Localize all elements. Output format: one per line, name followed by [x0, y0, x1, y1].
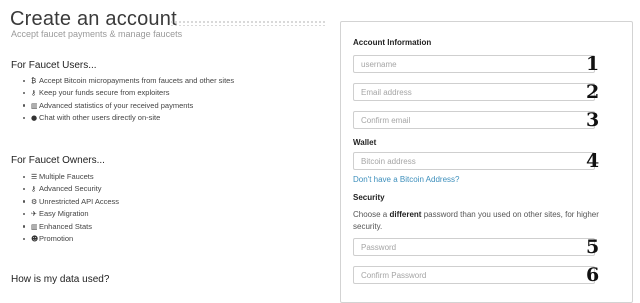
step-6-marker: 6 — [586, 264, 600, 286]
feature-label: Chat with other users directly on-site — [39, 113, 161, 123]
wallet-heading: Wallet — [353, 138, 377, 147]
feature-label: Advanced statistics of your received pay… — [39, 100, 194, 110]
feature-label: Easy Migration — [39, 209, 89, 219]
account-info-heading: Account Information — [353, 38, 432, 47]
password-field[interactable] — [353, 238, 595, 256]
bar-chart-icon: ▥ — [31, 222, 38, 231]
help-text-emphasis: different — [389, 210, 422, 219]
users-icon: ☻ — [31, 235, 39, 244]
step-1-marker: 1 — [586, 53, 600, 75]
help-text-start: Choose a — [353, 210, 390, 219]
confirm-password-field[interactable] — [353, 266, 595, 284]
owners-feature-list: ☰ Multiple Faucets ⚷ Advanced Security ⚙ Unre… — [23, 171, 119, 245]
feature-item: ✈ Easy Migration — [23, 208, 119, 220]
users-section-heading: For Faucet Users... — [11, 60, 97, 71]
no-bitcoin-address-link[interactable]: Don't have a Bitcoin Address? — [353, 175, 459, 184]
feature-item: ▥Enhanced Stats — [23, 221, 119, 233]
gears-icon: ⚙ — [31, 197, 38, 206]
feature-item: ⚙ Unrestricted API Access — [23, 196, 119, 208]
step-2-marker: 2 — [586, 81, 600, 103]
owners-section-heading: For Faucet Owners... — [11, 155, 105, 166]
security-heading: Security — [353, 193, 385, 202]
plane-icon: ✈ — [31, 210, 37, 219]
email-field[interactable] — [353, 83, 595, 101]
confirm-email-field[interactable] — [353, 111, 595, 129]
step-3-marker: 3 — [586, 109, 600, 131]
feature-item: ⚷ Keep your funds secure from exploiters — [23, 87, 234, 99]
feature-item: ☰ Multiple Faucets — [23, 171, 119, 183]
step-5-marker: 5 — [586, 236, 600, 258]
data-usage-heading: How is my data used? — [11, 274, 110, 285]
feature-label: Multiple Faucets — [39, 172, 94, 181]
feature-item: ₿ Accept Bitcoin micropayments from fauce… — [23, 75, 234, 87]
feature-label: Promotion — [39, 234, 74, 244]
feature-label: Unrestricted API Access — [39, 196, 120, 206]
feature-item: ● Chat with other users directly on-site — [23, 112, 234, 124]
title-divider — [170, 20, 325, 26]
feature-item: ▥Advanced statistics of your received pa… — [23, 100, 234, 112]
users-feature-list: ₿ Accept Bitcoin micropayments from fauce… — [23, 75, 234, 125]
feature-label: Advanced Security — [39, 184, 102, 194]
feature-label: Accept Bitcoin micropayments from faucet… — [39, 76, 235, 85]
username-field[interactable] — [353, 55, 595, 73]
password-help-text: Choose a different password than you use… — [353, 209, 608, 232]
step-4-marker: 4 — [586, 150, 600, 172]
bar-chart-icon: ▥ — [31, 101, 38, 110]
bitcoin-address-field[interactable] — [353, 152, 595, 170]
feature-label: Enhanced Stats — [39, 221, 92, 231]
feature-item: ☻Promotion — [23, 233, 119, 245]
list-icon: ☰ — [31, 173, 38, 181]
page-subtitle: Accept faucet payments & manage faucets — [11, 29, 183, 39]
feature-label: Keep your funds secure from exploiters — [39, 88, 170, 98]
key-icon: ⚷ — [31, 89, 37, 98]
signup-form: Account Information 1 2 3 Wallet 4 Don't… — [340, 21, 633, 303]
page-title: Create an account — [10, 8, 177, 30]
key-icon: ⚷ — [31, 185, 37, 194]
bitcoin-icon: ₿ — [31, 77, 37, 85]
feature-item: ⚷ Advanced Security — [23, 183, 119, 195]
comments-icon: ● — [31, 114, 38, 123]
